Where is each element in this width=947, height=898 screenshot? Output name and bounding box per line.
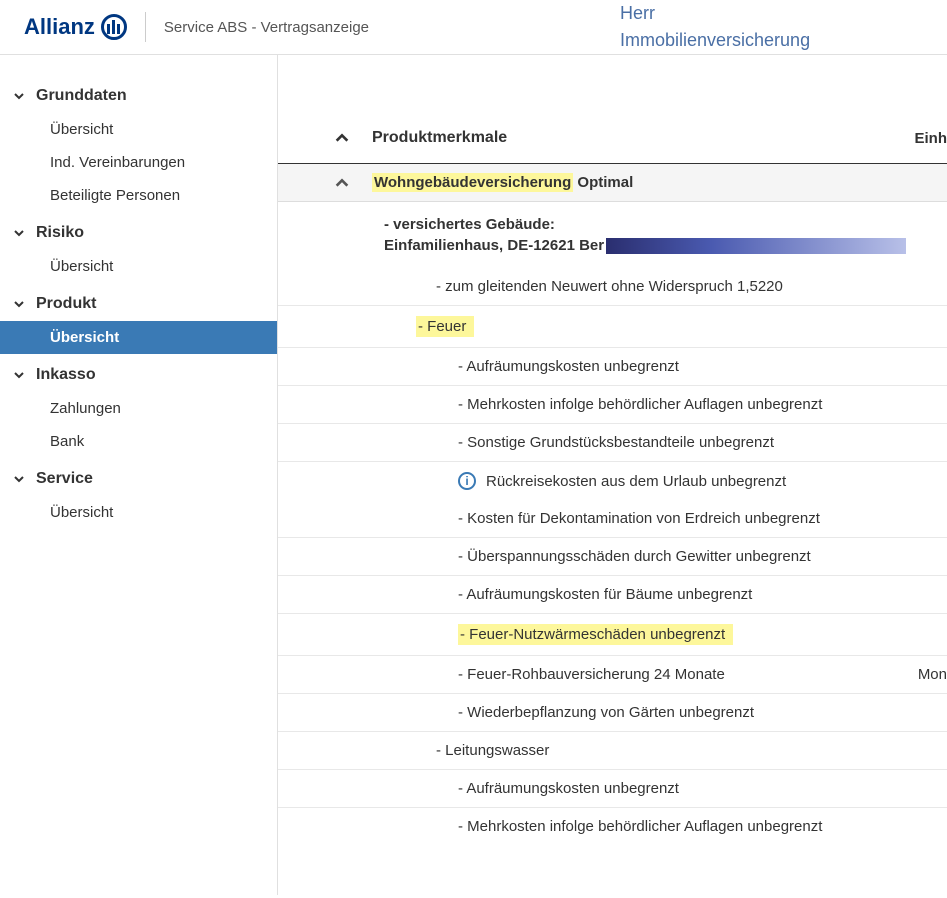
coverage-text: - Wiederbepflanzung von Gärten unbegrenz… <box>458 704 754 721</box>
coverage-item: - Feuer <box>278 306 947 348</box>
header-divider <box>145 12 146 42</box>
coverage-item: - Aufräumungskosten unbegrenzt <box>278 770 947 808</box>
nav-item-service-uebersicht[interactable]: Übersicht <box>0 496 277 529</box>
coverage-item: - Überspannungsschäden durch Gewitter un… <box>278 538 947 576</box>
redacted-bar <box>606 238 906 254</box>
coverage-text: - Aufräumungskosten für Bäume unbegrenzt <box>458 586 752 603</box>
nav-section-produkt[interactable]: Produkt <box>0 287 277 321</box>
chevron-down-icon <box>12 297 26 311</box>
nav-item-risiko-uebersicht[interactable]: Übersicht <box>0 250 277 283</box>
nav-label: Service <box>36 470 93 488</box>
coverage-text: - Feuer <box>416 316 474 337</box>
coverage-item: - Sonstige Grundstücksbestandteile unbeg… <box>278 424 947 462</box>
coverage-text: - zum gleitenden Neuwert ohne Widerspruc… <box>436 278 783 295</box>
info-icon[interactable]: i <box>458 472 476 490</box>
nav-label: Risiko <box>36 224 84 242</box>
building-info: - versichertes Gebäude: Einfamilienhaus,… <box>278 202 947 268</box>
coverage-text: - Überspannungsschäden durch Gewitter un… <box>458 548 811 565</box>
chevron-down-icon <box>12 89 26 103</box>
nav-item-zahlungen[interactable]: Zahlungen <box>0 392 277 425</box>
nav-section-service[interactable]: Service <box>0 462 277 496</box>
coverage-text: - Aufräumungskosten unbegrenzt <box>458 780 679 797</box>
coverage-text: - Sonstige Grundstücksbestandteile unbeg… <box>458 434 774 451</box>
customer-info: Herr Immobilienversicherung <box>620 0 810 54</box>
nav-section-risiko[interactable]: Risiko <box>0 216 277 250</box>
coverage-item: - Feuer-Nutzwärmeschäden unbegrenzt <box>278 614 947 656</box>
coverage-item: - Aufräumungskosten unbegrenzt <box>278 348 947 386</box>
coverage-text: - Mehrkosten infolge behördlicher Auflag… <box>458 818 822 835</box>
customer-product: Immobilienversicherung <box>620 27 810 54</box>
nav-label: Produkt <box>36 295 96 313</box>
brand-name: Allianz <box>24 14 95 40</box>
nav-item-produkt-uebersicht[interactable]: Übersicht <box>0 321 277 354</box>
coverage-unit: Mon <box>918 666 947 683</box>
section-title: Produktmerkmale <box>372 129 507 147</box>
coverage-text: - Aufräumungskosten unbegrenzt <box>458 358 679 375</box>
coverage-item: - Mehrkosten infolge behördlicher Auflag… <box>278 808 947 845</box>
coverage-item: - Leitungswasser <box>278 732 947 770</box>
coverage-text: - Kosten für Dekontamination von Erdreic… <box>458 510 820 527</box>
nav-section-inkasso[interactable]: Inkasso <box>0 358 277 392</box>
nav-item-ind-vereinbarungen[interactable]: Ind. Vereinbarungen <box>0 146 277 179</box>
nav-section-grunddaten[interactable]: Grunddaten <box>0 79 277 113</box>
sidebar-nav: Grunddaten Übersicht Ind. Vereinbarungen… <box>0 55 278 895</box>
chevron-down-icon <box>12 368 26 382</box>
product-name-highlighted: Wohngebäudeversicherung <box>372 173 573 192</box>
coverage-text: - Leitungswasser <box>436 742 549 759</box>
subsection-product[interactable]: Wohngebäudeversicherung Optimal <box>278 164 947 202</box>
main-content: Produktmerkmale Einh Wohngebäudeversiche… <box>278 55 947 895</box>
coverage-item: - Mehrkosten infolge behördlicher Auflag… <box>278 386 947 424</box>
address-prefix: Einfamilienhaus, DE-12621 Ber <box>384 237 604 254</box>
chevron-down-icon <box>12 472 26 486</box>
nav-label: Grunddaten <box>36 87 127 105</box>
product-name-suffix: Optimal <box>573 174 633 191</box>
chevron-up-icon <box>334 130 350 146</box>
nav-label: Inkasso <box>36 366 96 384</box>
brand-logo: Allianz <box>24 14 127 40</box>
section-produktmerkmale[interactable]: Produktmerkmale Einh <box>278 117 947 164</box>
coverage-text: Rückreisekosten aus dem Urlaub unbegrenz… <box>486 473 786 490</box>
app-header: Allianz Service ABS - Vertragsanzeige He… <box>0 0 947 55</box>
chevron-up-icon <box>334 175 350 191</box>
nav-item-beteiligte-personen[interactable]: Beteiligte Personen <box>0 179 277 212</box>
coverage-item: - Feuer-Rohbauversicherung 24 Monate Mon <box>278 656 947 694</box>
coverage-text: - Feuer-Nutzwärmeschäden unbegrenzt <box>458 624 733 645</box>
coverage-text: - Feuer-Rohbauversicherung 24 Monate <box>458 666 725 683</box>
coverage-item: - zum gleitenden Neuwert ohne Widerspruc… <box>278 268 947 306</box>
chevron-down-icon <box>12 226 26 240</box>
nav-item-bank[interactable]: Bank <box>0 425 277 458</box>
building-label: - versichertes Gebäude: <box>384 216 947 233</box>
coverage-text: - Mehrkosten infolge behördlicher Auflag… <box>458 396 822 413</box>
product-name: Wohngebäudeversicherung Optimal <box>372 174 633 191</box>
coverage-item: - Kosten für Dekontamination von Erdreic… <box>278 500 947 538</box>
coverage-item: i Rückreisekosten aus dem Urlaub unbegren… <box>278 462 947 500</box>
nav-item-grunddaten-uebersicht[interactable]: Übersicht <box>0 113 277 146</box>
page-title: Service ABS - Vertragsanzeige <box>164 19 369 36</box>
building-address: Einfamilienhaus, DE-12621 Ber <box>384 237 947 254</box>
customer-salutation: Herr <box>620 0 810 27</box>
coverage-item: - Wiederbepflanzung von Gärten unbegrenz… <box>278 694 947 732</box>
brand-icon <box>101 14 127 40</box>
coverage-item: - Aufräumungskosten für Bäume unbegrenzt <box>278 576 947 614</box>
section-unit-header: Einh <box>915 130 947 147</box>
